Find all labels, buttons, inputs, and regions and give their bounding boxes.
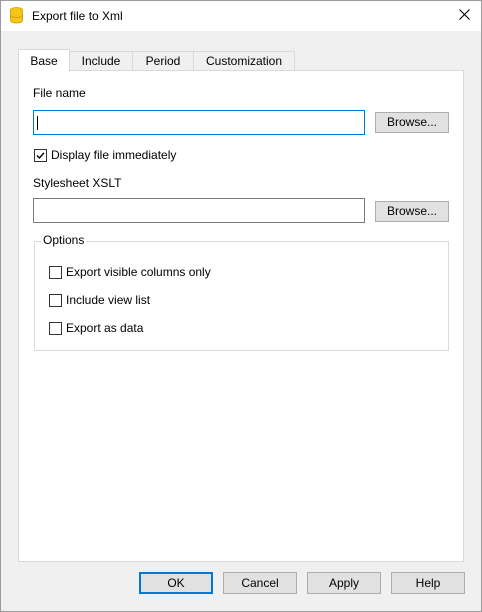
cancel-button[interactable]: Cancel (223, 572, 297, 594)
export-as-data-checkbox[interactable] (49, 322, 62, 335)
options-group: Options Export visible columns only Incl… (34, 233, 449, 351)
display-immediately-checkbox[interactable] (34, 149, 47, 162)
export-xml-dialog: Export file to Xml Base Include Period C… (0, 0, 482, 612)
export-visible-columns-label: Export visible columns only (66, 265, 211, 279)
database-icon (10, 7, 23, 24)
tab-base[interactable]: Base (18, 49, 70, 72)
base-tab-panel: File name Browse... Display file immedia… (18, 70, 464, 562)
options-title: Options (41, 233, 87, 247)
tab-include[interactable]: Include (69, 51, 133, 70)
tab-customization[interactable]: Customization (193, 51, 295, 70)
include-view-list-label: Include view list (66, 293, 151, 307)
tab-period[interactable]: Period (132, 51, 194, 70)
export-visible-columns-checkbox[interactable] (49, 266, 62, 279)
apply-button[interactable]: Apply (307, 572, 381, 594)
browse-stylesheet-button[interactable]: Browse... (375, 201, 449, 222)
file-name-label: File name (33, 86, 86, 100)
close-icon (458, 9, 470, 23)
browse-file-button[interactable]: Browse... (375, 112, 449, 133)
export-as-data-label: Export as data (66, 321, 144, 335)
text-caret (37, 116, 38, 130)
file-name-input[interactable] (33, 110, 365, 135)
window-title: Export file to Xml (32, 9, 123, 23)
include-view-list-checkbox[interactable] (49, 294, 62, 307)
close-button[interactable] (447, 1, 481, 31)
help-button[interactable]: Help (391, 572, 465, 594)
stylesheet-input[interactable] (33, 198, 365, 223)
ok-button[interactable]: OK (139, 572, 213, 594)
display-immediately-label: Display file immediately (51, 148, 177, 162)
stylesheet-label: Stylesheet XSLT (33, 176, 122, 190)
title-bar: Export file to Xml (1, 1, 481, 31)
